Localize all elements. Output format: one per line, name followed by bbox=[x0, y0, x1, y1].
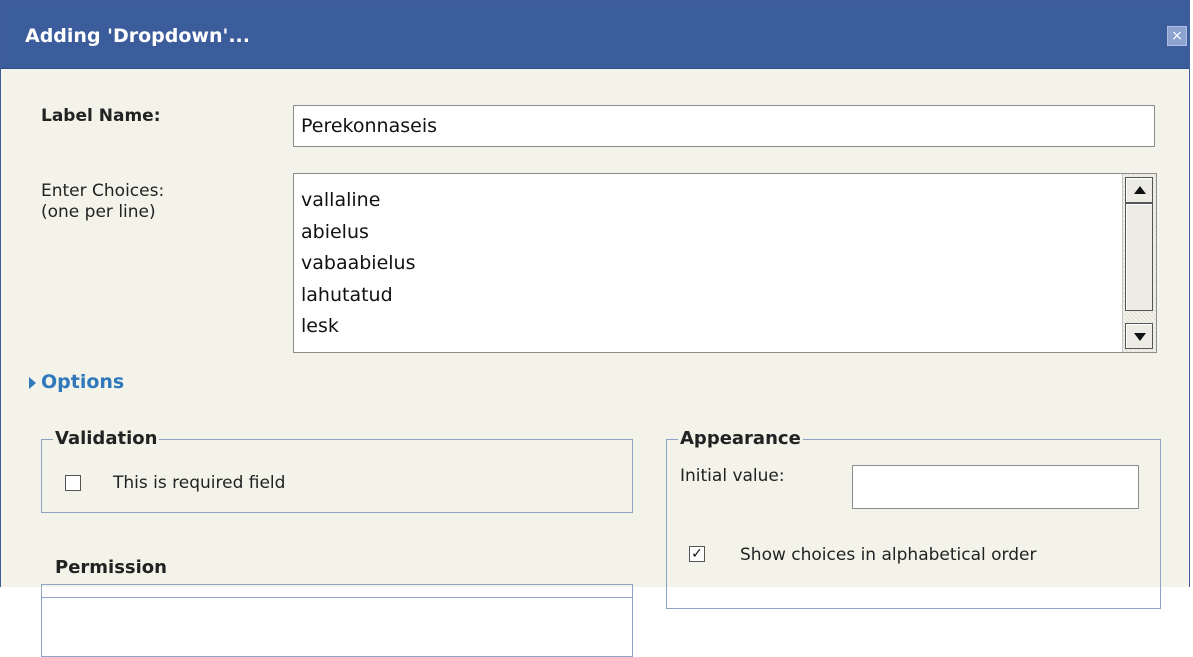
choice-line: muu bbox=[301, 343, 415, 353]
permission-legend: Permission bbox=[53, 557, 169, 578]
choice-line: vallaline bbox=[301, 189, 381, 211]
appearance-legend: Appearance bbox=[678, 428, 803, 449]
expand-triangle-icon[interactable] bbox=[29, 377, 36, 389]
choices-hint: (one per line) bbox=[41, 202, 156, 222]
alphabetical-label[interactable]: Show choices in alphabetical order bbox=[740, 545, 1036, 565]
choices-list: vallaline abielus vabaabielus lahutatud … bbox=[301, 185, 416, 353]
validation-legend: Validation bbox=[53, 428, 160, 449]
choice-line: abielus bbox=[301, 220, 369, 243]
choices-textarea[interactable]: vallaline abielus vabaabielus lahutatud … bbox=[293, 173, 1157, 353]
label-name-label: Label Name: bbox=[41, 106, 161, 126]
choices-scrollbar[interactable] bbox=[1122, 174, 1156, 352]
choice-line: lesk bbox=[301, 315, 339, 337]
initial-value-label: Initial value: bbox=[680, 466, 785, 486]
scroll-up-button[interactable] bbox=[1125, 177, 1153, 203]
dialog-title: Adding 'Dropdown'... bbox=[25, 25, 250, 47]
add-dropdown-dialog: Adding 'Dropdown'... × Label Name: Enter… bbox=[0, 0, 1190, 657]
scroll-thumb[interactable] bbox=[1125, 203, 1153, 311]
required-checkbox[interactable] bbox=[65, 475, 81, 491]
options-toggle-link[interactable]: Options bbox=[41, 371, 124, 393]
close-icon[interactable]: × bbox=[1167, 26, 1187, 46]
dialog-titlebar[interactable]: Adding 'Dropdown'... × bbox=[1, 1, 1189, 69]
choices-label: Enter Choices: bbox=[41, 181, 165, 201]
required-label[interactable]: This is required field bbox=[113, 473, 285, 493]
arrow-up-icon bbox=[1134, 186, 1146, 194]
arrow-down-icon bbox=[1134, 333, 1146, 341]
alphabetical-checkbox[interactable]: ✓ bbox=[689, 546, 705, 562]
scroll-down-button[interactable] bbox=[1125, 323, 1153, 349]
permission-group-border bbox=[41, 584, 633, 624]
choice-line: lahutatud bbox=[301, 283, 393, 306]
label-name-input[interactable] bbox=[293, 105, 1155, 147]
initial-value-input[interactable] bbox=[852, 465, 1139, 509]
choice-line: vabaabielus bbox=[301, 252, 416, 274]
